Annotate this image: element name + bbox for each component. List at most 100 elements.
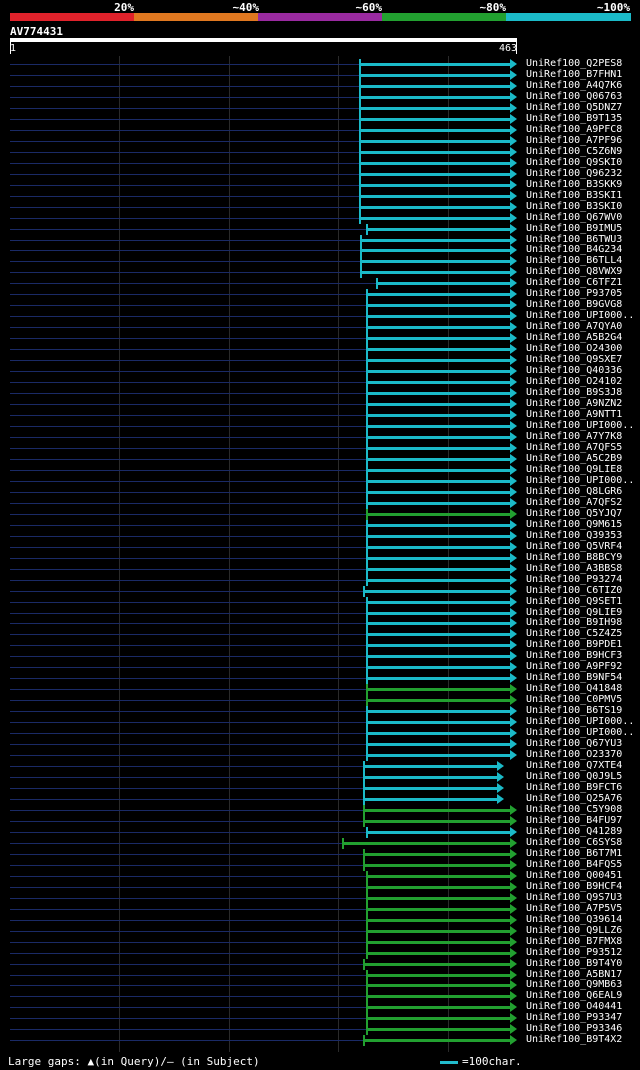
hit-bar[interactable] xyxy=(365,479,511,483)
hit-bar[interactable] xyxy=(365,633,511,637)
hit-bar[interactable] xyxy=(359,117,511,121)
hit-label[interactable]: UniRef100_B6T7M1 xyxy=(526,848,622,859)
hit-label[interactable]: UniRef100_Q9S7U3 xyxy=(526,892,622,903)
hit-bar[interactable] xyxy=(365,359,511,363)
hit-bar[interactable] xyxy=(365,995,511,999)
hit-bar[interactable] xyxy=(365,896,511,900)
hit-label[interactable]: UniRef100_B3SKI0 xyxy=(526,201,622,212)
hit-bar[interactable] xyxy=(341,841,511,845)
hit-label[interactable]: UniRef100_Q8VWX9 xyxy=(526,266,622,277)
hit-label[interactable]: UniRef100_P93705 xyxy=(526,288,622,299)
hit-bar[interactable] xyxy=(365,743,511,747)
hit-label[interactable]: UniRef100_P93512 xyxy=(526,947,622,958)
hit-label[interactable]: UniRef100_Q25A76 xyxy=(526,793,622,804)
hit-bar[interactable] xyxy=(365,655,511,659)
hit-label[interactable]: UniRef100_B9FCT6 xyxy=(526,782,622,793)
hit-bar[interactable] xyxy=(365,381,511,385)
hit-bar[interactable] xyxy=(365,534,511,538)
hit-bar[interactable] xyxy=(365,951,511,955)
hit-bar[interactable] xyxy=(362,808,511,812)
hit-label[interactable]: UniRef100_B9NF54 xyxy=(526,672,622,683)
hit-label[interactable]: UniRef100_B6TS19 xyxy=(526,705,622,716)
hit-bar[interactable] xyxy=(359,73,511,77)
hit-label[interactable]: UniRef100_B9S3J8 xyxy=(526,387,622,398)
hit-label[interactable]: UniRef100_Q39353 xyxy=(526,530,622,541)
hit-bar[interactable] xyxy=(365,293,511,297)
hit-label[interactable]: UniRef100_Q9SXE7 xyxy=(526,354,622,365)
hit-label[interactable]: UniRef100_UPI000.. xyxy=(526,420,634,431)
hit-label[interactable]: UniRef100_UPI000.. xyxy=(526,716,634,727)
hit-label[interactable]: UniRef100_B9T4Y0 xyxy=(526,958,622,969)
hit-label[interactable]: UniRef100_B4FQS5 xyxy=(526,859,622,870)
hit-label[interactable]: UniRef100_Q7XTE4 xyxy=(526,760,622,771)
hit-label[interactable]: UniRef100_Q06763 xyxy=(526,91,622,102)
hit-bar[interactable] xyxy=(362,776,498,780)
hit-bar[interactable] xyxy=(362,797,498,801)
hit-label[interactable]: UniRef100_UPI000.. xyxy=(526,727,634,738)
hit-label[interactable]: UniRef100_B7FMX8 xyxy=(526,936,622,947)
hit-bar[interactable] xyxy=(365,512,511,516)
hit-label[interactable]: UniRef100_B9IH98 xyxy=(526,617,622,628)
hit-label[interactable]: UniRef100_Q00451 xyxy=(526,870,622,881)
hit-label[interactable]: UniRef100_Q67WV0 xyxy=(526,212,622,223)
hit-bar[interactable] xyxy=(365,304,511,308)
hit-label[interactable]: UniRef100_B9T135 xyxy=(526,113,622,124)
hit-bar[interactable] xyxy=(365,425,511,428)
hit-bar[interactable] xyxy=(365,644,511,648)
hit-bar[interactable] xyxy=(362,819,511,823)
hit-bar[interactable] xyxy=(359,216,511,220)
hit-bar[interactable] xyxy=(365,1006,511,1010)
hit-label[interactable]: UniRef100_C6TFZ1 xyxy=(526,277,622,288)
hit-bar[interactable] xyxy=(365,929,511,933)
hit-label[interactable]: UniRef100_Q9LLZ6 xyxy=(526,925,622,936)
hit-bar[interactable] xyxy=(362,787,498,791)
hit-bar[interactable] xyxy=(365,392,511,396)
hit-bar[interactable] xyxy=(365,732,511,736)
hit-bar[interactable] xyxy=(359,150,511,154)
hit-label[interactable]: UniRef100_B9T4X2 xyxy=(526,1034,622,1045)
hit-label[interactable]: UniRef100_B9GVG8 xyxy=(526,299,622,310)
hit-label[interactable]: UniRef100_Q5VRF4 xyxy=(526,541,622,552)
hit-label[interactable]: UniRef100_B3SKI1 xyxy=(526,190,622,201)
hit-label[interactable]: UniRef100_Q67YU3 xyxy=(526,738,622,749)
hit-bar[interactable] xyxy=(365,567,511,571)
hit-label[interactable]: UniRef100_C6SYS8 xyxy=(526,837,622,848)
hit-bar[interactable] xyxy=(365,973,511,977)
hit-bar[interactable] xyxy=(365,435,511,439)
hit-label[interactable]: UniRef100_A9NZN2 xyxy=(526,398,622,409)
hit-label[interactable]: UniRef100_Q9LIE9 xyxy=(526,607,622,618)
hit-bar[interactable] xyxy=(362,852,511,856)
hit-bar[interactable] xyxy=(359,128,511,132)
hit-bar[interactable] xyxy=(360,271,511,275)
hit-bar[interactable] xyxy=(365,501,511,505)
hit-label[interactable]: UniRef100_Q9M615 xyxy=(526,519,622,530)
hit-bar[interactable] xyxy=(365,940,511,944)
hit-bar[interactable] xyxy=(365,446,511,450)
hit-bar[interactable] xyxy=(365,754,511,758)
hit-bar[interactable] xyxy=(365,611,511,615)
hit-label[interactable]: UniRef100_Q41848 xyxy=(526,683,622,694)
hit-bar[interactable] xyxy=(359,63,511,66)
hit-label[interactable]: UniRef100_Q40336 xyxy=(526,365,622,376)
hit-label[interactable]: UniRef100_A5BN17 xyxy=(526,969,622,980)
hit-label[interactable]: UniRef100_Q9SKI0 xyxy=(526,157,622,168)
hit-label[interactable]: UniRef100_B7FHN1 xyxy=(526,69,622,80)
hit-bar[interactable] xyxy=(365,830,511,834)
hit-label[interactable]: UniRef100_O40441 xyxy=(526,1001,622,1012)
hit-label[interactable]: UniRef100_C5Z4Z5 xyxy=(526,628,622,639)
hit-bar[interactable] xyxy=(365,227,511,231)
hit-bar[interactable] xyxy=(359,161,511,165)
hit-label[interactable]: UniRef100_B9HCF3 xyxy=(526,650,622,661)
hit-label[interactable]: UniRef100_B8BCY9 xyxy=(526,552,622,563)
hit-bar[interactable] xyxy=(365,688,511,692)
hit-label[interactable]: UniRef100_A7QYA0 xyxy=(526,321,622,332)
hit-bar[interactable] xyxy=(365,337,511,341)
hit-label[interactable]: UniRef100_P93347 xyxy=(526,1012,622,1023)
hit-bar[interactable] xyxy=(365,1028,511,1032)
hit-label[interactable]: UniRef100_A9PF92 xyxy=(526,661,622,672)
hit-label[interactable]: UniRef100_Q5DNZ7 xyxy=(526,102,622,113)
hit-label[interactable]: UniRef100_A9NTT1 xyxy=(526,409,622,420)
hit-bar[interactable] xyxy=(365,326,511,330)
hit-label[interactable]: UniRef100_A7Y7K8 xyxy=(526,431,622,442)
hit-bar[interactable] xyxy=(365,556,511,560)
